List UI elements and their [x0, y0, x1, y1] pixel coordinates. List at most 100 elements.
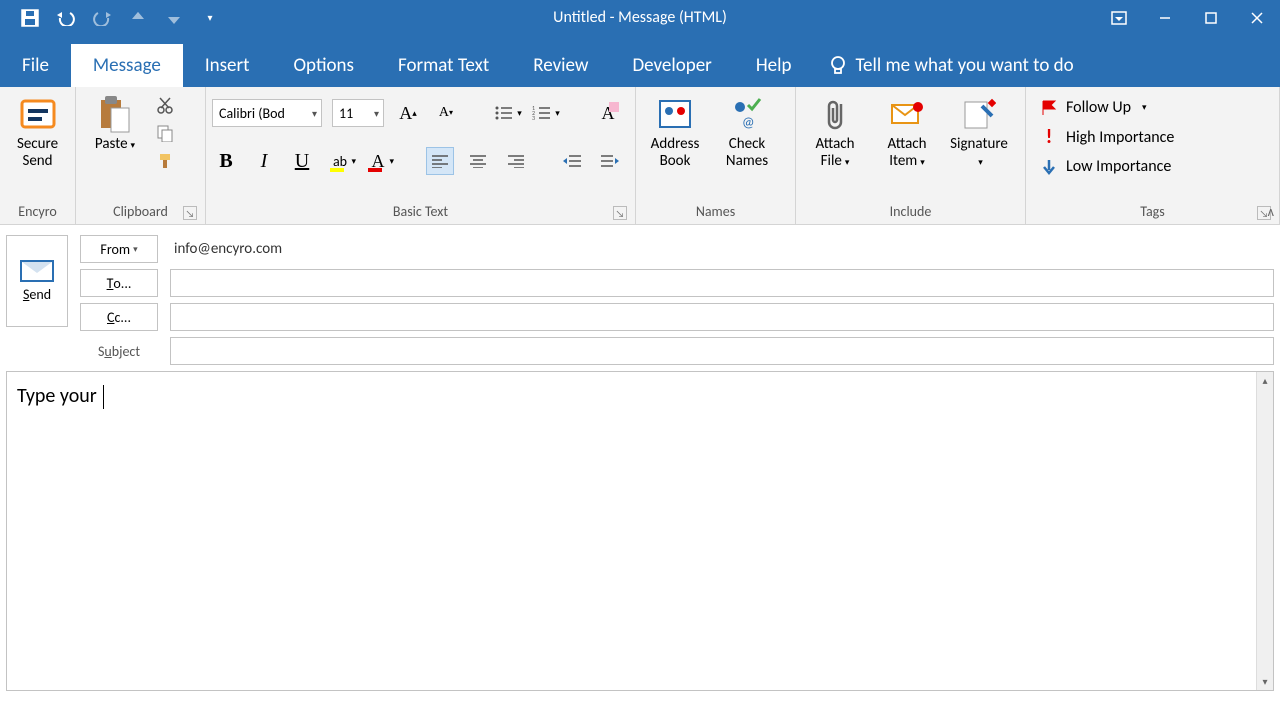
align-left-icon[interactable] — [426, 147, 454, 175]
tab-developer[interactable]: Developer — [610, 44, 733, 87]
next-item-icon[interactable] — [162, 6, 186, 30]
cc-field[interactable] — [170, 303, 1274, 331]
address-book-button[interactable]: Address Book — [642, 92, 708, 173]
bullets-icon[interactable]: ▾ — [494, 99, 522, 127]
close-icon[interactable] — [1234, 0, 1280, 35]
encyro-logo-icon — [18, 94, 58, 134]
scroll-up-icon[interactable]: ▴ — [1257, 372, 1273, 389]
numbering-icon[interactable]: 123▾ — [532, 99, 560, 127]
window-controls — [1096, 0, 1280, 35]
decrease-indent-icon[interactable] — [558, 147, 586, 175]
previous-item-icon[interactable] — [126, 6, 150, 30]
ribbon-tabs: File Message Insert Options Format Text … — [0, 35, 1280, 87]
tab-file[interactable]: File — [0, 44, 71, 87]
follow-up-button[interactable]: Follow Up▾ — [1040, 98, 1174, 117]
dialog-launcher-icon[interactable]: ↘ — [183, 206, 197, 220]
group-encyro-label: Encyro — [6, 203, 69, 222]
font-color-icon[interactable]: A▾ — [364, 147, 392, 175]
group-basic-text: Calibri (Bod▾ 11▾ A▴ A▾ ▾ 123▾ A B I U a… — [206, 87, 636, 224]
maximize-icon[interactable] — [1188, 0, 1234, 35]
underline-icon[interactable]: U — [288, 147, 316, 175]
low-importance-button[interactable]: Low Importance — [1040, 157, 1174, 176]
save-icon[interactable] — [18, 6, 42, 30]
exclamation-icon: ! — [1040, 125, 1058, 149]
shrink-font-icon[interactable]: A▾ — [432, 99, 460, 127]
header-fields: Send From▾ info@encyro.com To... Cc... S… — [0, 225, 1280, 365]
tell-me[interactable]: Tell me what you want to do — [813, 44, 1089, 87]
check-names-button[interactable]: @ Check Names — [714, 92, 780, 173]
cut-icon[interactable] — [154, 94, 176, 116]
group-names-label: Names — [642, 203, 789, 222]
window-title: Untitled - Message (HTML) — [553, 8, 727, 27]
dialog-launcher-icon[interactable]: ↘ — [613, 206, 627, 220]
attach-item-button[interactable]: Attach Item▾ — [874, 92, 940, 173]
grow-font-icon[interactable]: A▴ — [394, 99, 422, 127]
minimize-icon[interactable] — [1142, 0, 1188, 35]
address-book-icon — [655, 94, 695, 134]
high-importance-button[interactable]: ! High Importance — [1040, 125, 1174, 149]
group-names: Address Book @ Check Names Names — [636, 87, 796, 224]
group-include: Attach File▾ Attach Item▾ Signature▾ Inc… — [796, 87, 1026, 224]
group-basic-text-label: Basic Text↘ — [212, 203, 629, 222]
format-painter-icon[interactable] — [154, 150, 176, 172]
tab-help[interactable]: Help — [734, 44, 814, 87]
scrollbar[interactable]: ▴ ▾ — [1256, 372, 1273, 690]
message-body-container: Type your ▴ ▾ — [6, 371, 1274, 691]
send-button[interactable]: Send — [6, 235, 68, 327]
copy-icon[interactable] — [154, 122, 176, 144]
paste-button[interactable]: Paste▾ — [82, 92, 148, 155]
redo-icon[interactable] — [90, 6, 114, 30]
tab-message[interactable]: Message — [71, 44, 183, 87]
attach-file-button[interactable]: Attach File▾ — [802, 92, 868, 173]
tab-format-text[interactable]: Format Text — [376, 44, 511, 87]
align-center-icon[interactable] — [464, 147, 492, 175]
increase-indent-icon[interactable] — [596, 147, 624, 175]
group-include-label: Include — [802, 203, 1019, 222]
ribbon: Secure Send Encyro Paste▾ Clipboard↘ Cal… — [0, 87, 1280, 225]
align-right-icon[interactable] — [502, 147, 530, 175]
signature-icon — [959, 94, 999, 134]
to-button[interactable]: To... — [80, 269, 158, 297]
group-clipboard-label: Clipboard↘ — [82, 203, 199, 222]
paste-icon — [95, 94, 135, 134]
paperclip-icon — [815, 94, 855, 134]
font-name-combo[interactable]: Calibri (Bod▾ — [212, 99, 322, 127]
subject-label: Subject — [80, 343, 158, 360]
collapse-ribbon-icon[interactable]: ʌ — [1268, 203, 1274, 220]
tell-me-label: Tell me what you want to do — [855, 54, 1073, 77]
tab-insert[interactable]: Insert — [183, 44, 272, 87]
tab-review[interactable]: Review — [511, 44, 610, 87]
font-size-combo[interactable]: 11▾ — [332, 99, 384, 127]
cc-button[interactable]: Cc... — [80, 303, 158, 331]
group-clipboard: Paste▾ Clipboard↘ — [76, 87, 206, 224]
attach-item-icon — [887, 94, 927, 134]
message-body[interactable]: Type your — [7, 372, 1256, 690]
down-arrow-icon — [1040, 158, 1058, 176]
scroll-down-icon[interactable]: ▾ — [1257, 673, 1273, 690]
svg-text:3: 3 — [532, 114, 535, 121]
group-encyro: Secure Send Encyro — [0, 87, 76, 224]
secure-send-button[interactable]: Secure Send — [6, 92, 69, 173]
bold-icon[interactable]: B — [212, 147, 240, 175]
check-names-icon: @ — [727, 94, 767, 134]
text-cursor — [103, 385, 104, 409]
group-tags-label: Tags↘ — [1032, 203, 1273, 222]
ribbon-display-options-icon[interactable] — [1096, 0, 1142, 35]
from-button[interactable]: From▾ — [80, 235, 158, 263]
italic-icon[interactable]: I — [250, 147, 278, 175]
signature-button[interactable]: Signature▾ — [946, 92, 1012, 173]
lightbulb-icon — [829, 55, 847, 77]
group-tags: Follow Up▾ ! High Importance Low Importa… — [1026, 87, 1280, 224]
clear-formatting-icon[interactable]: A — [594, 99, 622, 127]
qat-customize-icon[interactable]: ▾ — [198, 6, 222, 30]
tab-options[interactable]: Options — [271, 44, 376, 87]
highlight-icon[interactable]: ab▾ — [326, 147, 354, 175]
flag-icon — [1040, 99, 1058, 117]
title-bar: ▾ Untitled - Message (HTML) — [0, 0, 1280, 35]
to-field[interactable] — [170, 269, 1274, 297]
from-value: info@encyro.com — [170, 240, 282, 258]
svg-text:@: @ — [742, 114, 755, 131]
quick-access-toolbar: ▾ — [0, 6, 222, 30]
undo-icon[interactable] — [54, 6, 78, 30]
subject-field[interactable] — [170, 337, 1274, 365]
